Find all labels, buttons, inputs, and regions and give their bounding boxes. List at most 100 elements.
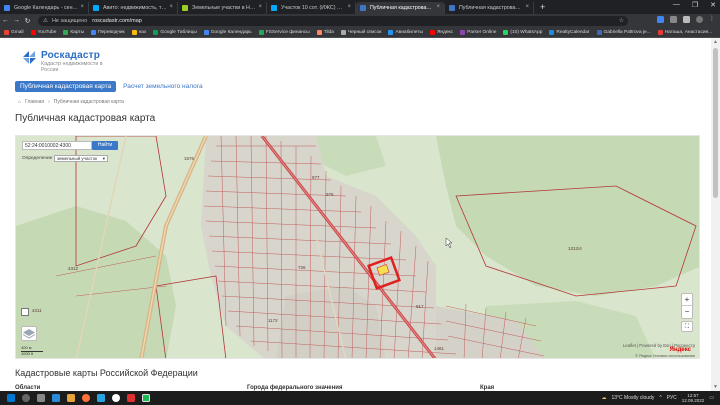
bookmark-label: нах — [138, 29, 147, 35]
bookmark-favicon-icon — [503, 29, 509, 35]
bookmark-item[interactable]: Черный список — [340, 29, 381, 35]
tab-public-cadastral-map[interactable]: Публичная кадастровая карта — [15, 81, 117, 92]
page-scrollbar[interactable]: ▲ ▼ — [711, 38, 720, 391]
find-button[interactable]: Найти — [92, 141, 118, 150]
bookmark-label: YouTube — [37, 29, 57, 35]
zoom-control: + − — [681, 293, 693, 319]
app-icon[interactable] — [127, 394, 135, 402]
tab-close-icon[interactable]: × — [169, 4, 173, 10]
bookmark-favicon-icon — [258, 29, 264, 35]
cadastral-search-input[interactable]: 52:24:0010002:4300 — [22, 141, 92, 150]
scrollbar-thumb[interactable] — [713, 48, 718, 198]
zoom-out-button[interactable]: − — [682, 306, 692, 318]
tab-close-icon[interactable]: × — [258, 4, 262, 10]
bookmark-item[interactable]: YouTube — [30, 29, 57, 35]
bookmark-label: Наташа, Анастасия... — [664, 29, 713, 35]
bookmark-item[interactable]: нах — [131, 29, 147, 35]
bookmark-label: Google Таблицы — [160, 29, 197, 35]
profile-avatar[interactable] — [696, 16, 703, 23]
tab-label: Публичная кадастровая карта — [459, 5, 523, 11]
bookmark-item[interactable]: Google Календарь — [203, 29, 252, 35]
browser-tab[interactable]: Публичная кадастровая карта× — [445, 2, 534, 14]
back-icon[interactable]: ← — [0, 17, 11, 24]
fullscreen-icon[interactable]: ⛶ — [681, 321, 693, 332]
map-scale: 400 м 1000 ft — [21, 345, 43, 356]
cadastral-map[interactable]: 1576 4312 1312/4 4311 726 1172 817 977 9… — [15, 135, 700, 359]
clock[interactable]: 12:57 12.09.2022 — [682, 393, 705, 403]
chrome-icon[interactable] — [142, 394, 150, 402]
tab-close-icon[interactable]: × — [436, 4, 440, 10]
browser-tab[interactable]: Публичная кадастровая карта× — [356, 2, 445, 14]
bookmark-favicon-icon — [460, 29, 466, 35]
bookmark-item[interactable]: FSService финансы — [258, 29, 310, 35]
browser-tab[interactable]: Земельные участки в Нижнем× — [178, 2, 267, 14]
telegram-icon[interactable] — [97, 394, 105, 402]
yandex-browser-icon[interactable] — [112, 394, 120, 402]
maximize-icon[interactable]: ❐ — [692, 1, 698, 9]
tab-favicon-icon — [182, 5, 188, 11]
bookmark-item[interactable]: Gabriella Paltrova je... — [596, 29, 651, 35]
tab-close-icon[interactable]: × — [80, 4, 84, 10]
language-indicator[interactable]: РУС — [667, 395, 677, 401]
bookmark-favicon-icon — [429, 29, 435, 35]
zoom-in-button[interactable]: + — [682, 294, 692, 306]
bookmark-label: (10) WhatsApp — [510, 29, 543, 35]
terms-link[interactable]: © Яндекс Условия использования — [635, 354, 695, 358]
bookmark-item[interactable]: Карты — [63, 29, 84, 35]
ruler-icon[interactable] — [21, 308, 29, 316]
browser-tab[interactable]: Участок 10 сот. (ИЖС) на прод× — [267, 2, 356, 14]
browser-tab[interactable]: Google Календарь - сентябрь× — [0, 2, 89, 14]
chevron-up-icon[interactable]: ^ — [659, 395, 661, 401]
bookmark-item[interactable]: Gmail — [4, 29, 24, 35]
weather-text[interactable]: 13°C Mostly cloudy — [612, 395, 655, 401]
bookmark-item[interactable]: RealtyCalendar — [549, 29, 590, 35]
definition-select[interactable]: земельный участок ▾ — [54, 155, 108, 162]
bookmark-star-icon[interactable]: ☆ — [619, 17, 624, 24]
minimize-icon[interactable]: — — [673, 1, 680, 9]
windows-start-icon[interactable] — [7, 394, 15, 402]
home-icon: ⌂ — [18, 99, 22, 105]
scroll-up-icon[interactable]: ▲ — [713, 39, 718, 45]
task-view-icon[interactable] — [37, 394, 45, 402]
bookmark-item[interactable]: (10) WhatsApp — [503, 29, 543, 35]
parcel-label: 4312 — [68, 266, 79, 271]
map-canvas[interactable]: 1576 4312 1312/4 4311 726 1172 817 977 9… — [16, 136, 700, 359]
scroll-down-icon[interactable]: ▼ — [713, 384, 718, 390]
new-tab-button[interactable]: + — [540, 2, 545, 14]
tab-favicon-icon — [360, 5, 366, 11]
notification-icon[interactable]: ▭ — [709, 395, 714, 401]
tab-label: Google Календарь - сентябрь — [14, 5, 78, 11]
close-window-icon[interactable]: ✕ — [710, 1, 716, 9]
bookmark-item[interactable]: Parser Online — [460, 29, 496, 35]
folder-icon[interactable] — [67, 394, 75, 402]
layers-icon[interactable] — [21, 326, 37, 341]
bookmark-item[interactable]: Яндекс — [429, 29, 453, 35]
scale-bottom: 1000 ft — [21, 350, 34, 356]
search-icon[interactable] — [22, 394, 30, 402]
reload-icon[interactable]: ↻ — [22, 17, 33, 25]
bookmark-item[interactable]: Наташа, Анастасия... — [657, 29, 713, 35]
url-text: roscadastr.com/map — [92, 17, 142, 24]
breadcrumb-home[interactable]: Главная — [25, 99, 44, 105]
bookmark-item[interactable]: Переводчик — [91, 29, 125, 35]
browser-tab[interactable]: Авито: недвижимость, транспо× — [89, 2, 178, 14]
tab-close-icon[interactable]: × — [347, 4, 351, 10]
forward-icon[interactable]: → — [11, 17, 22, 24]
tab-land-tax-calc[interactable]: Расчет земельного налога — [123, 83, 202, 90]
bookmark-item[interactable]: Авиабилеты — [388, 29, 423, 35]
tab-label: Участок 10 сот. (ИЖС) на прод — [281, 5, 345, 11]
firefox-icon[interactable] — [82, 394, 90, 402]
parcel-label: 726 — [298, 265, 306, 270]
address-bar[interactable]: ⚠ Не защищено roscadastr.com/map ☆ — [38, 15, 628, 26]
menu-icon[interactable]: ⋮ — [709, 16, 716, 23]
parcel-label: 1461 — [434, 346, 445, 351]
puzzle-icon[interactable] — [683, 16, 690, 23]
browser-tab-strip: Google Календарь - сентябрь×Авито: недви… — [0, 0, 720, 14]
edge-icon[interactable] — [52, 394, 60, 402]
site-logo[interactable]: Роскадастр Кадастр недвижимости в России — [22, 50, 111, 73]
extension-icon[interactable] — [670, 16, 677, 23]
extension-icon[interactable] — [657, 16, 664, 23]
tab-close-icon[interactable]: × — [525, 4, 529, 10]
bookmark-item[interactable]: Google Таблицы — [153, 29, 197, 35]
bookmark-item[interactable]: Tilda — [316, 29, 334, 35]
